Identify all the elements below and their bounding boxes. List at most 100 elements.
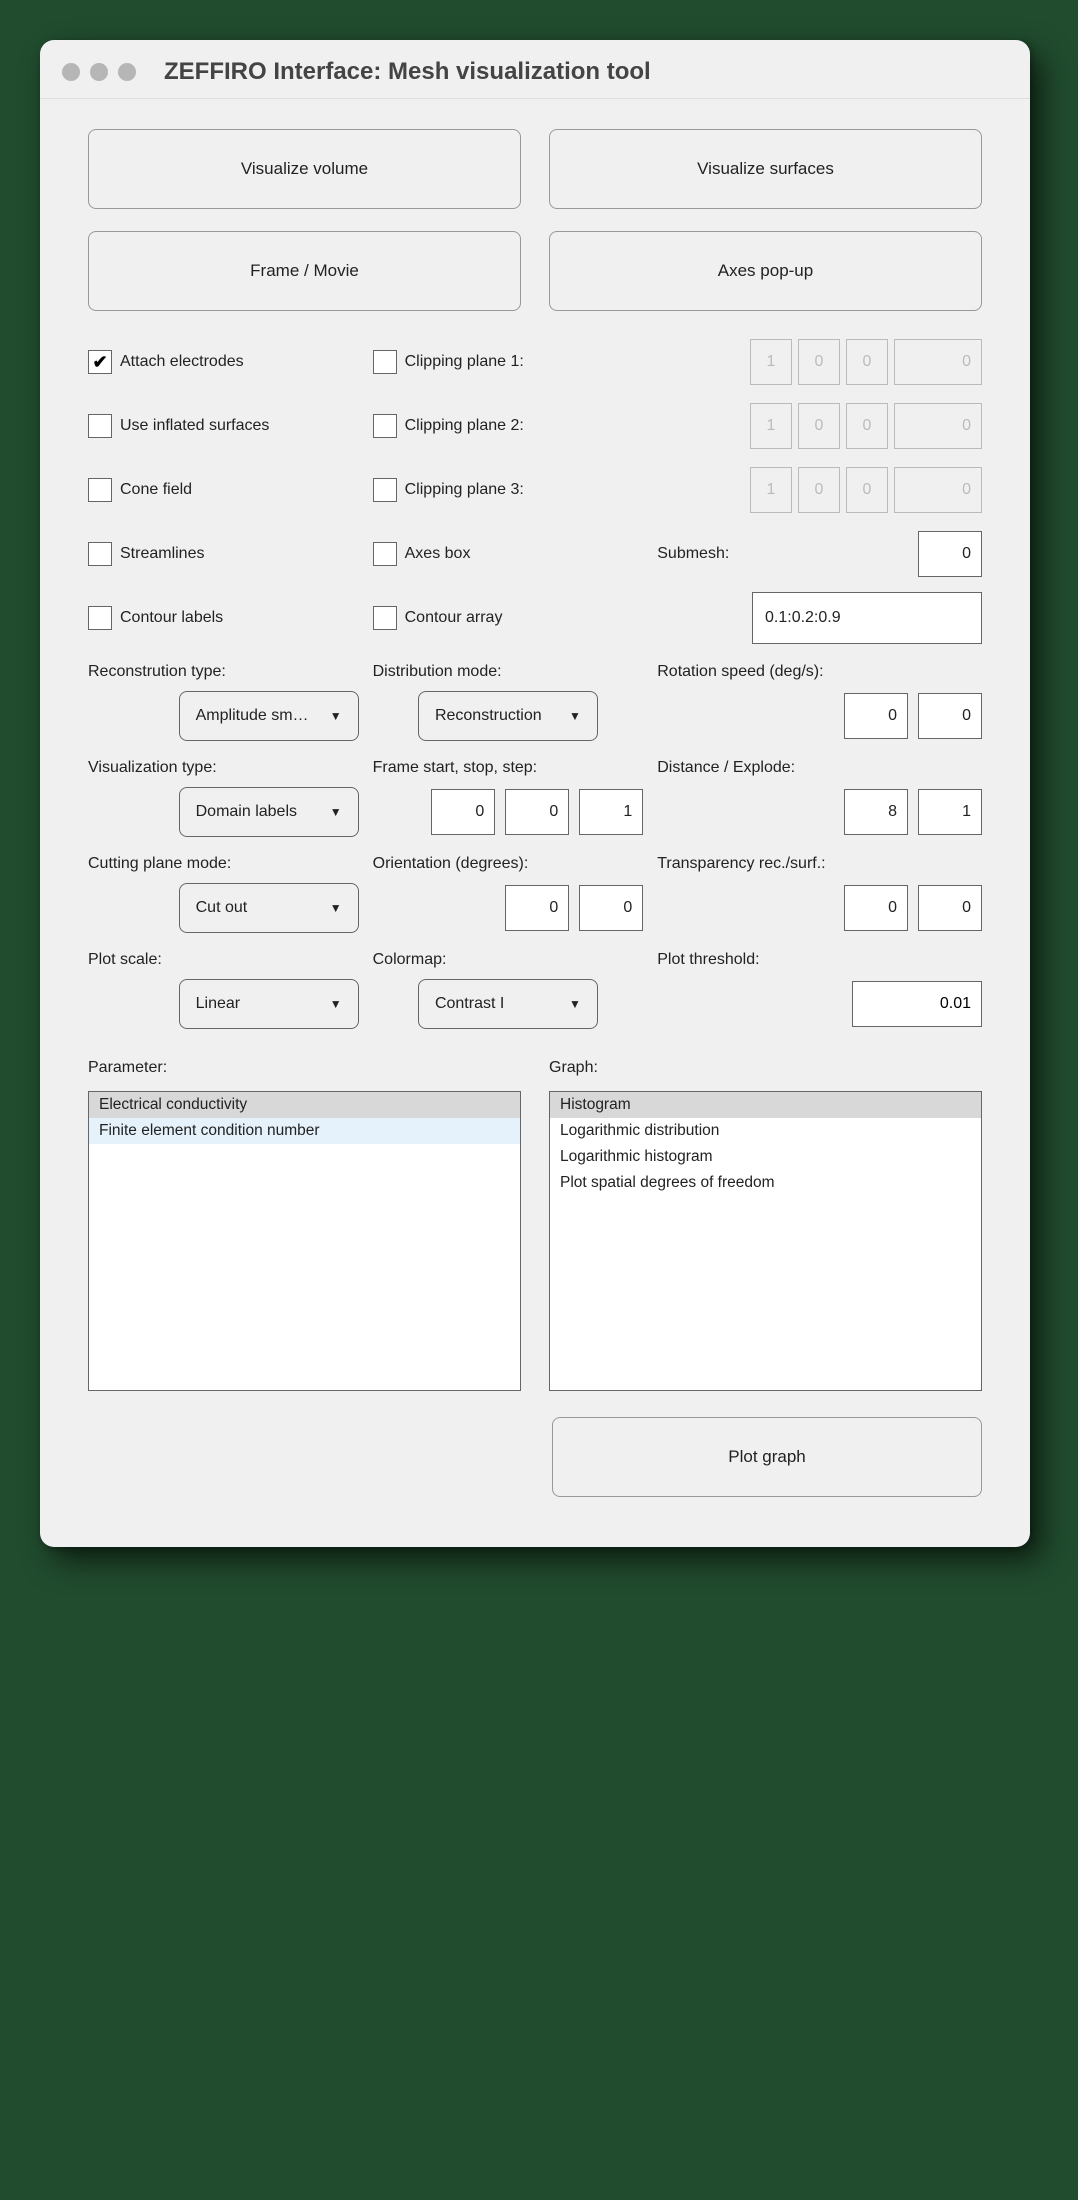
graph-label: Graph: (549, 1059, 982, 1077)
visualize-volume-button[interactable]: Visualize volume (88, 129, 521, 209)
dropdown-value: Linear (196, 995, 240, 1013)
reconstruction-type-dropdown[interactable]: Amplitude sm… ▼ (179, 691, 359, 741)
rotation-speed-1[interactable]: 0 (844, 693, 908, 739)
maximize-icon[interactable] (118, 63, 136, 81)
checkbox-label: Use inflated surfaces (120, 417, 269, 435)
orientation-2[interactable]: 0 (579, 885, 643, 931)
clipping-plane-1-checkbox[interactable]: Clipping plane 1: (373, 335, 644, 389)
visualization-type-dropdown[interactable]: Domain labels ▼ (179, 787, 359, 837)
clip1-b[interactable]: 0 (798, 339, 840, 385)
checkbox-label: Axes box (405, 545, 471, 563)
attach-electrodes-checkbox[interactable]: ✔ Attach electrodes (88, 335, 359, 389)
graph-listbox[interactable]: Histogram Logarithmic distribution Logar… (549, 1091, 982, 1391)
checkbox-label: Attach electrodes (120, 353, 244, 371)
checkbox-icon (88, 414, 112, 438)
clipping-plane-2-values: 1 0 0 0 (657, 403, 982, 449)
chevron-down-icon: ▼ (330, 901, 342, 915)
minimize-icon[interactable] (90, 63, 108, 81)
contour-array-checkbox[interactable]: Contour array (373, 591, 644, 645)
checkbox-label: Clipping plane 2: (405, 417, 524, 435)
list-item[interactable]: Logarithmic distribution (550, 1118, 981, 1144)
checkbox-label: Streamlines (120, 545, 204, 563)
transparency-surf[interactable]: 0 (918, 885, 982, 931)
checkbox-icon (373, 606, 397, 630)
clip2-c[interactable]: 0 (846, 403, 888, 449)
clip3-b[interactable]: 0 (798, 467, 840, 513)
explode-input[interactable]: 1 (918, 789, 982, 835)
visualization-type-label: Visualization type: (88, 759, 359, 777)
clip2-a[interactable]: 1 (750, 403, 792, 449)
dropdown-value: Contrast I (435, 995, 504, 1013)
parameter-listbox[interactable]: Electrical conductivity Finite element c… (88, 1091, 521, 1391)
transparency-rec[interactable]: 0 (844, 885, 908, 931)
window-controls (62, 63, 136, 81)
clip1-a[interactable]: 1 (750, 339, 792, 385)
list-item[interactable]: Logarithmic histogram (550, 1144, 981, 1170)
clipping-plane-1-values: 1 0 0 0 (657, 339, 982, 385)
clip2-b[interactable]: 0 (798, 403, 840, 449)
window: ZEFFIRO Interface: Mesh visualization to… (40, 40, 1030, 1547)
list-item[interactable]: Electrical conductivity (89, 1092, 520, 1118)
cutting-plane-mode-label: Cutting plane mode: (88, 855, 359, 873)
rotation-speed-label: Rotation speed (deg/s): (657, 663, 982, 681)
clip1-d[interactable]: 0 (894, 339, 982, 385)
submesh-input[interactable]: 0 (918, 531, 982, 577)
axes-popup-button[interactable]: Axes pop-up (549, 231, 982, 311)
window-title: ZEFFIRO Interface: Mesh visualization to… (164, 58, 651, 86)
cutting-plane-mode-dropdown[interactable]: Cut out ▼ (179, 883, 359, 933)
submesh-label: Submesh: (657, 545, 729, 563)
frame-sss-label: Frame start, stop, step: (373, 759, 644, 777)
clipping-plane-2-checkbox[interactable]: Clipping plane 2: (373, 399, 644, 453)
chevron-down-icon: ▼ (330, 805, 342, 819)
frame-stop[interactable]: 0 (505, 789, 569, 835)
distance-explode-label: Distance / Explode: (657, 759, 982, 777)
chevron-down-icon: ▼ (569, 997, 581, 1011)
rotation-speed-2[interactable]: 0 (918, 693, 982, 739)
plot-graph-button[interactable]: Plot graph (552, 1417, 982, 1497)
clipping-plane-3-values: 1 0 0 0 (657, 467, 982, 513)
list-item[interactable]: Histogram (550, 1092, 981, 1118)
dropdown-value: Domain labels (196, 803, 297, 821)
clip2-d[interactable]: 0 (894, 403, 982, 449)
checkbox-icon (373, 414, 397, 438)
frame-step[interactable]: 1 (579, 789, 643, 835)
clip3-d[interactable]: 0 (894, 467, 982, 513)
plot-threshold-input[interactable]: 0.01 (852, 981, 982, 1027)
colormap-dropdown[interactable]: Contrast I ▼ (418, 979, 598, 1029)
checkbox-label: Contour labels (120, 609, 223, 627)
list-item[interactable]: Plot spatial degrees of freedom (550, 1170, 981, 1196)
streamlines-checkbox[interactable]: Streamlines (88, 527, 359, 581)
checkbox-label: Contour array (405, 609, 503, 627)
clipping-plane-3-checkbox[interactable]: Clipping plane 3: (373, 463, 644, 517)
checkbox-icon (373, 542, 397, 566)
checkbox-icon (88, 542, 112, 566)
reconstruction-type-label: Reconstrution type: (88, 663, 359, 681)
close-icon[interactable] (62, 63, 80, 81)
parameter-label: Parameter: (88, 1059, 521, 1077)
checkbox-icon (373, 350, 397, 374)
checkbox-label: Clipping plane 3: (405, 481, 524, 499)
transparency-label: Transparency rec./surf.: (657, 855, 982, 873)
checkbox-icon (373, 478, 397, 502)
plot-scale-dropdown[interactable]: Linear ▼ (179, 979, 359, 1029)
frame-movie-button[interactable]: Frame / Movie (88, 231, 521, 311)
contour-labels-checkbox[interactable]: Contour labels (88, 591, 359, 645)
frame-start[interactable]: 0 (431, 789, 495, 835)
use-inflated-surfaces-checkbox[interactable]: Use inflated surfaces (88, 399, 359, 453)
list-item[interactable]: Finite element condition number (89, 1118, 520, 1144)
clip1-c[interactable]: 0 (846, 339, 888, 385)
contour-array-input[interactable]: 0.1:0.2:0.9 (752, 592, 982, 644)
checkbox-icon (88, 478, 112, 502)
orientation-label: Orientation (degrees): (373, 855, 644, 873)
checkbox-icon: ✔ (88, 350, 112, 374)
orientation-1[interactable]: 0 (505, 885, 569, 931)
distribution-mode-label: Distribution mode: (373, 663, 644, 681)
axes-box-checkbox[interactable]: Axes box (373, 527, 644, 581)
visualize-surfaces-button[interactable]: Visualize surfaces (549, 129, 982, 209)
distance-input[interactable]: 8 (844, 789, 908, 835)
cone-field-checkbox[interactable]: Cone field (88, 463, 359, 517)
clip3-a[interactable]: 1 (750, 467, 792, 513)
distribution-mode-dropdown[interactable]: Reconstruction ▼ (418, 691, 598, 741)
colormap-label: Colormap: (373, 951, 644, 969)
clip3-c[interactable]: 0 (846, 467, 888, 513)
